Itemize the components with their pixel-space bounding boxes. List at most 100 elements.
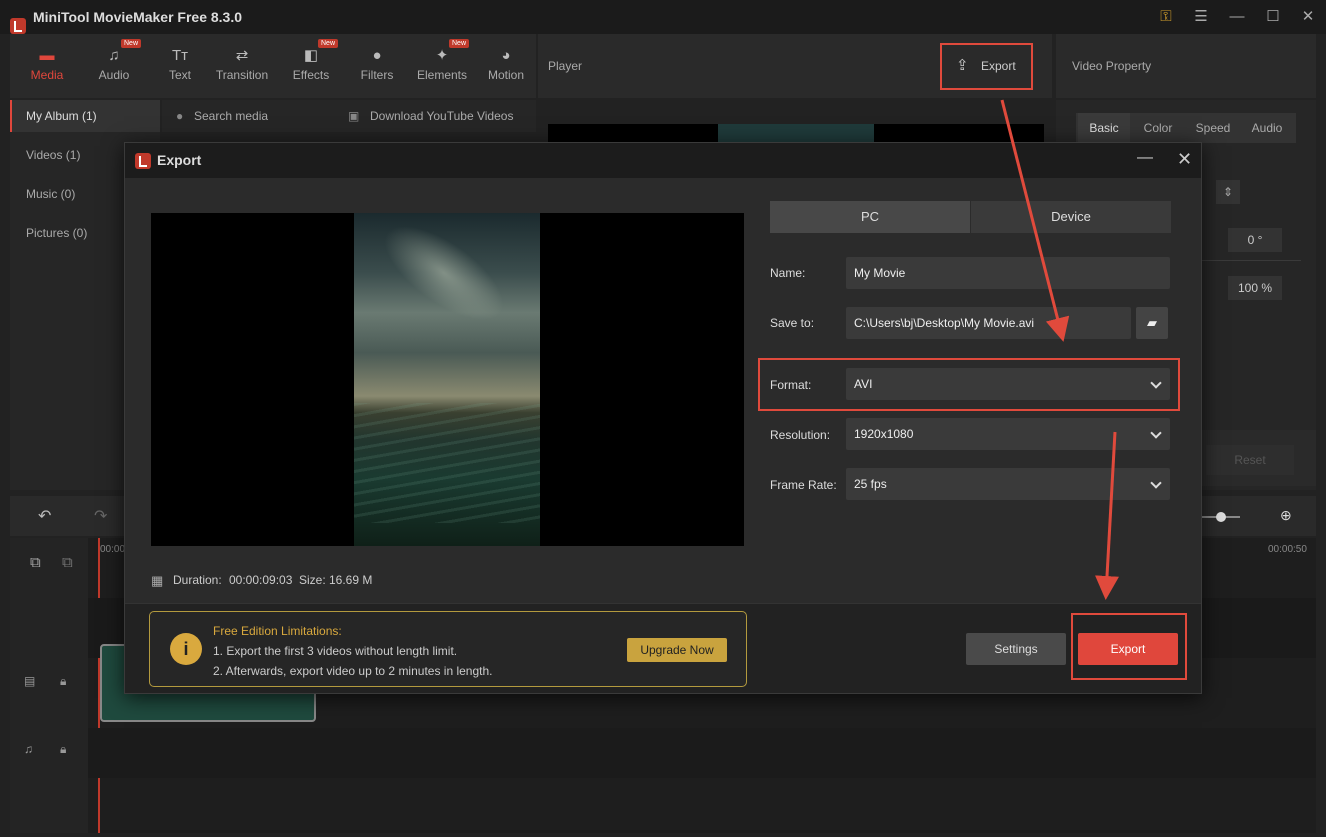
motion-icon: ◕ [501, 47, 511, 64]
lock-icon[interactable]: 🔒︎ [60, 742, 66, 757]
add-track-icon[interactable]: ⧉ [30, 554, 41, 571]
name-label: Name: [770, 266, 806, 280]
app-window: MiniTool MovieMaker Free 8.3.0 ⚿ ☰ — ☐ ✕… [0, 0, 1326, 837]
notice-title: Free Edition Limitations: [213, 624, 342, 638]
rotation-value[interactable]: 0 ° [1228, 228, 1282, 252]
duration-label: Duration: [173, 573, 222, 587]
tool-elements[interactable]: New ✦ Elements [409, 34, 475, 98]
tool-effects[interactable]: New ◧ Effects [278, 34, 344, 98]
audio-icon: ♫ [108, 47, 120, 64]
scale-value[interactable]: 100 % [1228, 276, 1282, 300]
export-dialog: Export — ✕ ▦ Duration: 00:00:09:03 Size:… [124, 142, 1202, 694]
minimize-icon[interactable]: — [1225, 6, 1249, 28]
tab-color[interactable]: Color [1132, 113, 1184, 143]
remove-track-icon[interactable]: ⧉ [62, 554, 73, 571]
download-icon: ▣ [348, 109, 360, 123]
audio-track [10, 728, 1316, 778]
tool-media[interactable]: ▬ Media [14, 34, 80, 98]
dialog-close-icon[interactable]: ✕ [1177, 149, 1192, 170]
film-icon: ▦ [151, 573, 164, 588]
resolution-select[interactable]: 1920x1080 [846, 418, 1170, 450]
tool-audio[interactable]: New ♫ Audio [81, 34, 147, 98]
main-toolbar: ▬ Media New ♫ Audio Tт Text ⇄ Transition… [10, 34, 536, 98]
chevron-down-icon [1150, 477, 1162, 489]
chevron-down-icon [1150, 427, 1162, 439]
tab-pc[interactable]: PC [770, 201, 970, 233]
new-badge: New [121, 39, 142, 48]
property-header: Video Property [1056, 34, 1316, 98]
info-icon: i [170, 633, 202, 665]
notice-line-2: 2. Afterwards, export video up to 2 minu… [213, 664, 493, 678]
notice-line-1: 1. Export the first 3 videos without len… [213, 644, 458, 658]
title-bar: MiniTool MovieMaker Free 8.3.0 ⚿ ☰ — ☐ ✕ [0, 0, 1326, 34]
player-preview-frame [718, 124, 874, 144]
free-edition-notice: i Free Edition Limitations: 1. Export th… [149, 611, 747, 687]
dialog-footer: i Free Edition Limitations: 1. Export th… [125, 603, 1201, 693]
resolution-value: 1920x1080 [854, 427, 914, 441]
framerate-label: Frame Rate: [770, 478, 837, 492]
resolution-label: Resolution: [770, 428, 831, 442]
tab-audio[interactable]: Audio [1241, 113, 1293, 143]
zoom-in-icon[interactable]: ⊕ [1280, 507, 1292, 524]
tab-device[interactable]: Device [971, 201, 1171, 233]
highlight-box [758, 358, 1180, 411]
dialog-title: Export [157, 152, 202, 168]
sidebar-item-my-album[interactable]: My Album (1) [10, 100, 160, 132]
flip-icon[interactable]: ⇕ [1216, 180, 1240, 204]
undo-icon[interactable]: ↶ [38, 506, 51, 526]
tool-transition[interactable]: ⇄ Transition [209, 34, 275, 98]
tool-label: Audio [98, 68, 130, 82]
folder-browse-button[interactable]: ▰ [1136, 307, 1168, 339]
music-track-icon: ♫ [24, 742, 33, 756]
framerate-value: 25 fps [854, 477, 887, 491]
text-icon: Tт [171, 47, 189, 64]
menu-icon[interactable]: ☰ [1189, 6, 1213, 28]
duration-value: 00:00:09:03 [229, 573, 293, 587]
time-end: 00:00:50 [1268, 544, 1307, 555]
tab-basic[interactable]: Basic [1078, 113, 1130, 143]
time-start: 00:00 [100, 544, 126, 555]
media-search-bar: ● Search media ▣ Download YouTube Videos [162, 100, 536, 132]
close-icon[interactable]: ✕ [1296, 6, 1320, 28]
transition-icon: ⇄ [235, 47, 249, 64]
tab-speed[interactable]: Speed [1186, 113, 1240, 143]
framerate-select[interactable]: 25 fps [846, 468, 1170, 500]
zoom-slider-handle[interactable] [1216, 512, 1226, 522]
maximize-icon[interactable]: ☐ [1261, 6, 1285, 28]
app-logo-icon [10, 18, 26, 34]
reset-button[interactable]: Reset [1206, 445, 1294, 475]
size-value: 16.69 M [329, 573, 373, 587]
settings-button[interactable]: Settings [966, 633, 1066, 665]
key-icon[interactable]: ⚿ [1154, 6, 1178, 28]
size-label: Size: [299, 573, 326, 587]
player-title: Player [548, 59, 583, 73]
tool-label: Elements [416, 68, 468, 82]
tool-text[interactable]: Tт Text [147, 34, 213, 98]
saveto-label: Save to: [770, 316, 815, 330]
effects-icon: ◧ [303, 47, 319, 64]
tool-label: Media [30, 68, 64, 82]
tool-label: Transition [215, 68, 269, 82]
search-input[interactable]: Search media [194, 109, 268, 123]
saveto-field[interactable]: C:\Users\bj\Desktop\My Movie.avi [846, 307, 1131, 339]
tool-label: Effects [292, 68, 330, 82]
export-preview [151, 213, 744, 546]
tool-label: Filters [360, 68, 394, 82]
new-badge: New [449, 39, 470, 48]
dialog-title-bar: Export — ✕ [125, 143, 1201, 178]
tool-label: Motion [487, 68, 525, 82]
property-title: Video Property [1072, 59, 1152, 73]
download-youtube-button[interactable]: Download YouTube Videos [370, 109, 513, 123]
video-track-icon: ▤ [24, 674, 36, 688]
track-controls: ⧉ ⧉ ▤ 🔒︎ ♫ 🔒︎ [10, 538, 88, 833]
tool-filters[interactable]: ● Filters [344, 34, 410, 98]
preview-image [354, 213, 540, 546]
highlight-box [940, 43, 1033, 90]
dialog-minimize-icon[interactable]: — [1137, 149, 1153, 167]
lock-icon[interactable]: 🔒︎ [60, 674, 66, 689]
redo-icon[interactable]: ↷ [94, 506, 107, 526]
upgrade-now-button[interactable]: Upgrade Now [627, 638, 727, 662]
new-badge: New [318, 39, 339, 48]
tool-motion[interactable]: ◕ Motion [476, 34, 536, 98]
name-field[interactable]: My Movie [846, 257, 1170, 289]
